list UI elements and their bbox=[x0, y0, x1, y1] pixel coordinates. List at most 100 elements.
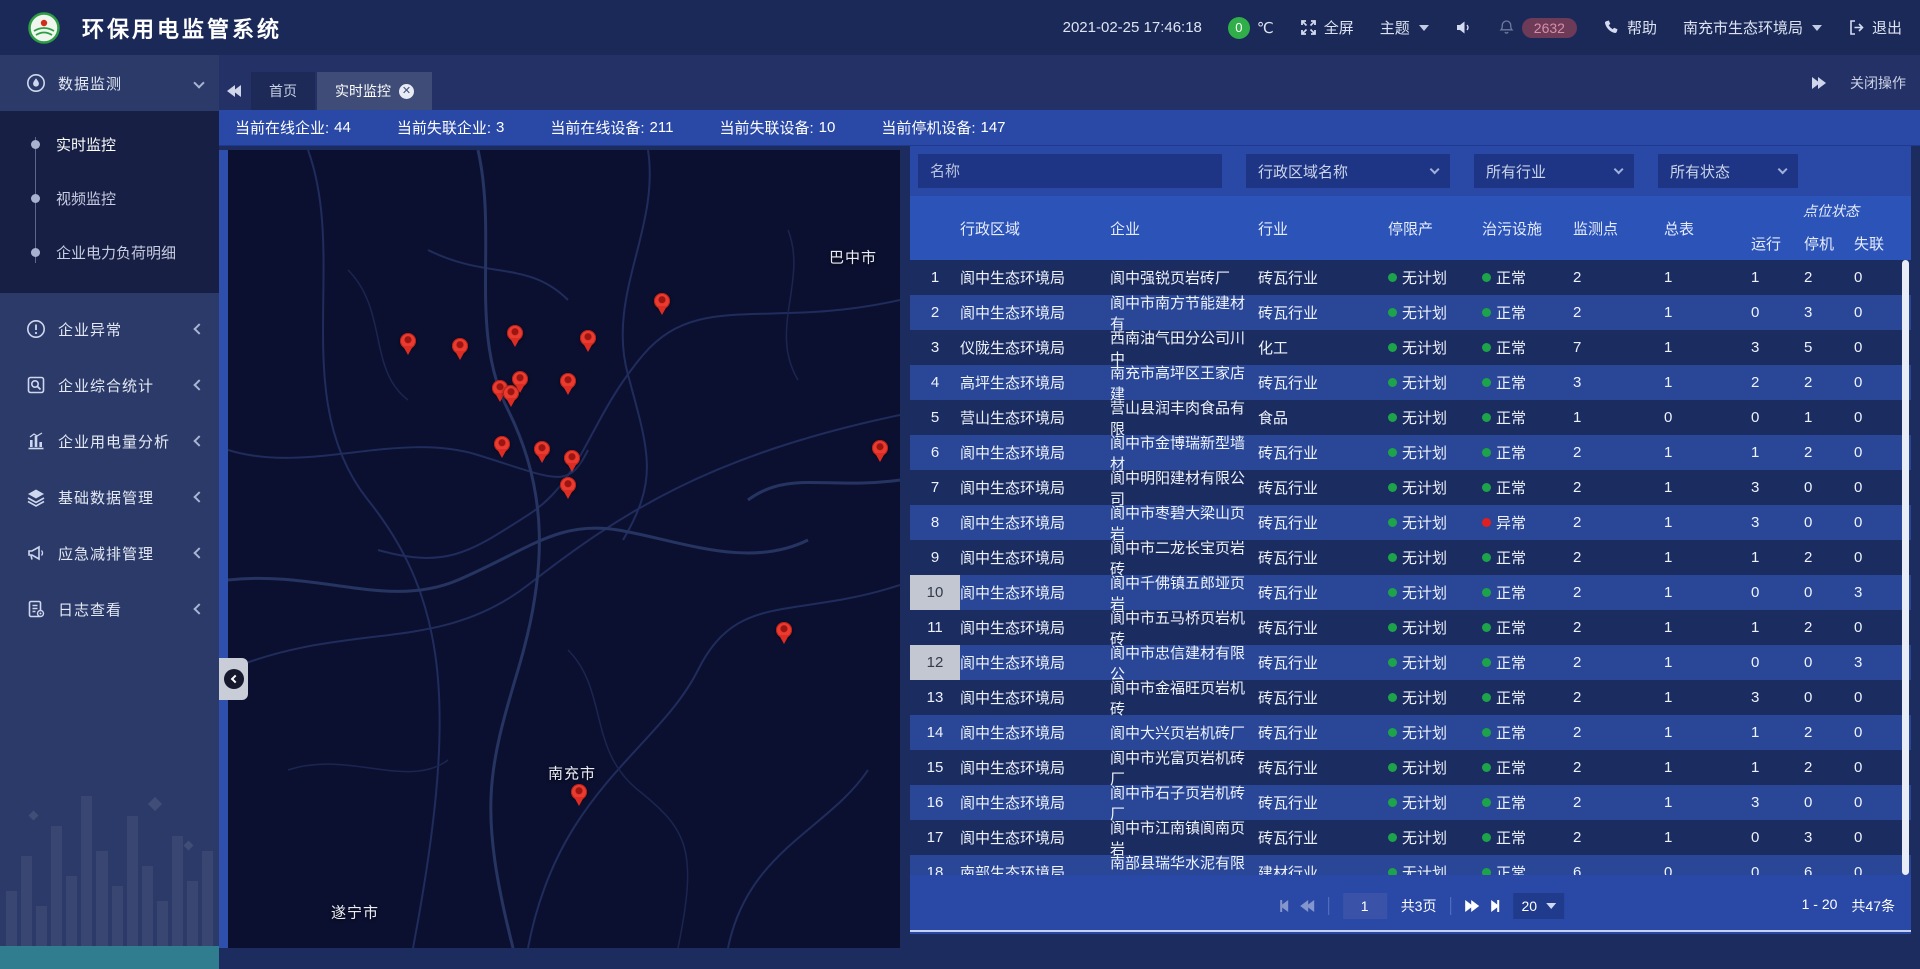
map-marker-icon[interactable] bbox=[871, 440, 889, 464]
sidebar-subitem-label: 企业电力负荷明细 bbox=[56, 242, 176, 263]
table-row[interactable]: 8阆中生态环境局阆中市枣碧大梁山页岩砖瓦行业无计划异常21300 bbox=[910, 505, 1911, 540]
tab-首页[interactable]: 首页 bbox=[251, 72, 315, 110]
cell-text: 正常 bbox=[1496, 617, 1526, 638]
status-dot-green bbox=[1482, 448, 1491, 457]
scrollbar-thumb[interactable] bbox=[1902, 260, 1909, 875]
column-header-monitor: 监测点 bbox=[1573, 196, 1664, 260]
panel-bottom-border bbox=[910, 930, 1911, 932]
close-operations-button[interactable]: 关闭操作 bbox=[1850, 73, 1906, 93]
cell-company: 阆中市五马桥页岩机砖 bbox=[1110, 610, 1258, 645]
table-row[interactable]: 16阆中生态环境局阆中市石子页岩机砖厂砖瓦行业无计划正常21300 bbox=[910, 785, 1911, 820]
map-marker-icon[interactable] bbox=[563, 450, 581, 474]
table-row[interactable]: 7阆中生态环境局阆中明阳建材有限公司砖瓦行业无计划正常21300 bbox=[910, 470, 1911, 505]
cell-limit: 无计划 bbox=[1388, 855, 1482, 875]
bullet-icon bbox=[31, 140, 40, 149]
table-row[interactable]: 6阆中生态环境局阆中市金博瑞新型墙材砖瓦行业无计划正常21120 bbox=[910, 435, 1911, 470]
cell-text: 2 bbox=[1573, 724, 1581, 741]
close-icon[interactable]: ✕ bbox=[399, 84, 414, 99]
cell-text: 2 bbox=[1573, 654, 1581, 671]
table-row[interactable]: 12阆中生态环境局阆中市忠信建材有限公砖瓦行业无计划正常21003 bbox=[910, 645, 1911, 680]
status-dot-green bbox=[1482, 413, 1491, 422]
sidebar-item-4[interactable]: 基础数据管理 bbox=[0, 469, 219, 525]
page-size-select[interactable]: 20 bbox=[1513, 893, 1564, 919]
map-marker-icon[interactable] bbox=[570, 784, 588, 808]
sidebar-item-0[interactable]: 数据监测 bbox=[0, 55, 219, 111]
chevron-down-icon bbox=[193, 77, 204, 88]
cell-text: 正常 bbox=[1496, 442, 1526, 463]
map-marker-icon[interactable] bbox=[451, 338, 469, 362]
sidebar-item-3[interactable]: 企业用电量分析 bbox=[0, 413, 219, 469]
sidebar-subitem[interactable]: 实时监控 bbox=[0, 117, 219, 171]
map-marker-icon[interactable] bbox=[399, 333, 417, 357]
status-select[interactable]: 所有状态 bbox=[1658, 154, 1798, 188]
sidebar: 数据监测实时监控视频监控企业电力负荷明细企业异常企业综合统计企业用电量分析基础数… bbox=[0, 55, 219, 969]
table-row[interactable]: 3仪陇生态环境局西南油气田分公司川中化工无计划正常71350 bbox=[910, 330, 1911, 365]
region-select[interactable]: 行政区域名称 bbox=[1246, 154, 1450, 188]
map-marker-icon[interactable] bbox=[559, 373, 577, 397]
fullscreen-button[interactable]: 全屏 bbox=[1300, 17, 1354, 38]
sidebar-item-1[interactable]: 企业异常 bbox=[0, 301, 219, 357]
table-row[interactable]: 5营山生态环境局营山县润丰肉食品有限食品无计划正常10010 bbox=[910, 400, 1911, 435]
cell-total: 0 bbox=[1664, 400, 1751, 435]
theme-dropdown[interactable]: 主题 bbox=[1380, 17, 1429, 38]
table-row[interactable]: 17阆中生态环境局阆中市江南镇阆南页岩砖瓦行业无计划正常21030 bbox=[910, 820, 1911, 855]
cell-monitor: 2 bbox=[1573, 260, 1664, 295]
table-row[interactable]: 9阆中生态环境局阆中市二龙长宝页岩砖砖瓦行业无计划正常21120 bbox=[910, 540, 1911, 575]
industry-select[interactable]: 所有行业 bbox=[1474, 154, 1634, 188]
map-marker-icon[interactable] bbox=[506, 325, 524, 349]
map-marker-icon[interactable] bbox=[493, 436, 511, 460]
cell-no: 12 bbox=[910, 645, 960, 680]
table-row[interactable]: 13阆中生态环境局阆中市金福旺页岩机砖砖瓦行业无计划正常21300 bbox=[910, 680, 1911, 715]
sidebar-item-2[interactable]: 企业综合统计 bbox=[0, 357, 219, 413]
table-row[interactable]: 11阆中生态环境局阆中市五马桥页岩机砖砖瓦行业无计划正常21120 bbox=[910, 610, 1911, 645]
sidebar-item-5[interactable]: 应急减排管理 bbox=[0, 525, 219, 581]
map-marker-icon[interactable] bbox=[579, 330, 597, 354]
cell-text: 5 bbox=[931, 409, 939, 426]
first-page-button[interactable] bbox=[1280, 900, 1288, 912]
sound-button[interactable] bbox=[1455, 19, 1472, 36]
map[interactable]: 巴中市南充市遂宁市 bbox=[228, 150, 900, 948]
cell-region: 阆中生态环境局 bbox=[960, 820, 1110, 855]
help-button[interactable]: 帮助 bbox=[1603, 17, 1657, 38]
map-collapse-handle[interactable] bbox=[219, 658, 248, 700]
status-dot-green bbox=[1388, 588, 1397, 597]
cell-text: 3 bbox=[1751, 514, 1759, 531]
tab-实时监控[interactable]: 实时监控✕ bbox=[317, 72, 432, 110]
prev-page-button[interactable] bbox=[1302, 900, 1314, 912]
chevron-down-icon bbox=[1419, 25, 1429, 31]
table-row[interactable]: 1阆中生态环境局阆中强锐页岩砖厂砖瓦行业无计划正常21120 bbox=[910, 260, 1911, 295]
cell-text: 无计划 bbox=[1402, 512, 1447, 533]
map-marker-icon[interactable] bbox=[559, 477, 577, 501]
table-row[interactable]: 15阆中生态环境局阆中市光富页岩机砖厂砖瓦行业无计划正常21120 bbox=[910, 750, 1911, 785]
stat-value: 10 bbox=[819, 119, 836, 136]
table-row[interactable]: 2阆中生态环境局阆中市南方节能建材有砖瓦行业无计划正常21030 bbox=[910, 295, 1911, 330]
tabs-scroll-right-button[interactable] bbox=[1802, 64, 1834, 102]
map-marker-icon[interactable] bbox=[511, 371, 529, 395]
next-page-button[interactable] bbox=[1465, 900, 1477, 912]
cell-limit: 无计划 bbox=[1388, 785, 1482, 820]
sidebar-subitem[interactable]: 企业电力负荷明细 bbox=[0, 225, 219, 279]
map-marker-icon[interactable] bbox=[653, 293, 671, 317]
exit-button[interactable]: 退出 bbox=[1848, 17, 1902, 38]
table-row[interactable]: 18南部生态环境局南部县瑞华水泥有限公建材行业无计划正常60060 bbox=[910, 855, 1911, 875]
cell-run: 0 bbox=[1751, 295, 1804, 330]
tabs-scroll-left-button[interactable] bbox=[219, 72, 251, 110]
stats-icon bbox=[26, 375, 46, 395]
cell-text: 2 bbox=[1804, 619, 1812, 636]
table-row[interactable]: 10阆中生态环境局阆中千佛镇五郎垭页岩砖瓦行业无计划正常21003 bbox=[910, 575, 1911, 610]
org-dropdown[interactable]: 南充市生态环境局 bbox=[1683, 17, 1822, 38]
notifications[interactable]: 2632 bbox=[1498, 18, 1577, 38]
table-row[interactable]: 14阆中生态环境局阆中大兴页岩机砖厂砖瓦行业无计划正常21120 bbox=[910, 715, 1911, 750]
map-marker-icon[interactable] bbox=[533, 441, 551, 465]
cell-text: 正常 bbox=[1496, 722, 1526, 743]
sidebar-subitem[interactable]: 视频监控 bbox=[0, 171, 219, 225]
last-page-button[interactable] bbox=[1491, 900, 1499, 912]
cell-facility: 正常 bbox=[1482, 540, 1573, 575]
map-marker-icon[interactable] bbox=[775, 622, 793, 646]
name-search-input[interactable] bbox=[918, 154, 1222, 188]
cell-industry: 建材行业 bbox=[1258, 855, 1388, 875]
cell-facility: 正常 bbox=[1482, 785, 1573, 820]
table-row[interactable]: 4高坪生态环境局南充市高坪区王家店建砖瓦行业无计划正常31220 bbox=[910, 365, 1911, 400]
sidebar-item-6[interactable]: 日志查看 bbox=[0, 581, 219, 637]
page-number-input[interactable] bbox=[1343, 893, 1387, 919]
